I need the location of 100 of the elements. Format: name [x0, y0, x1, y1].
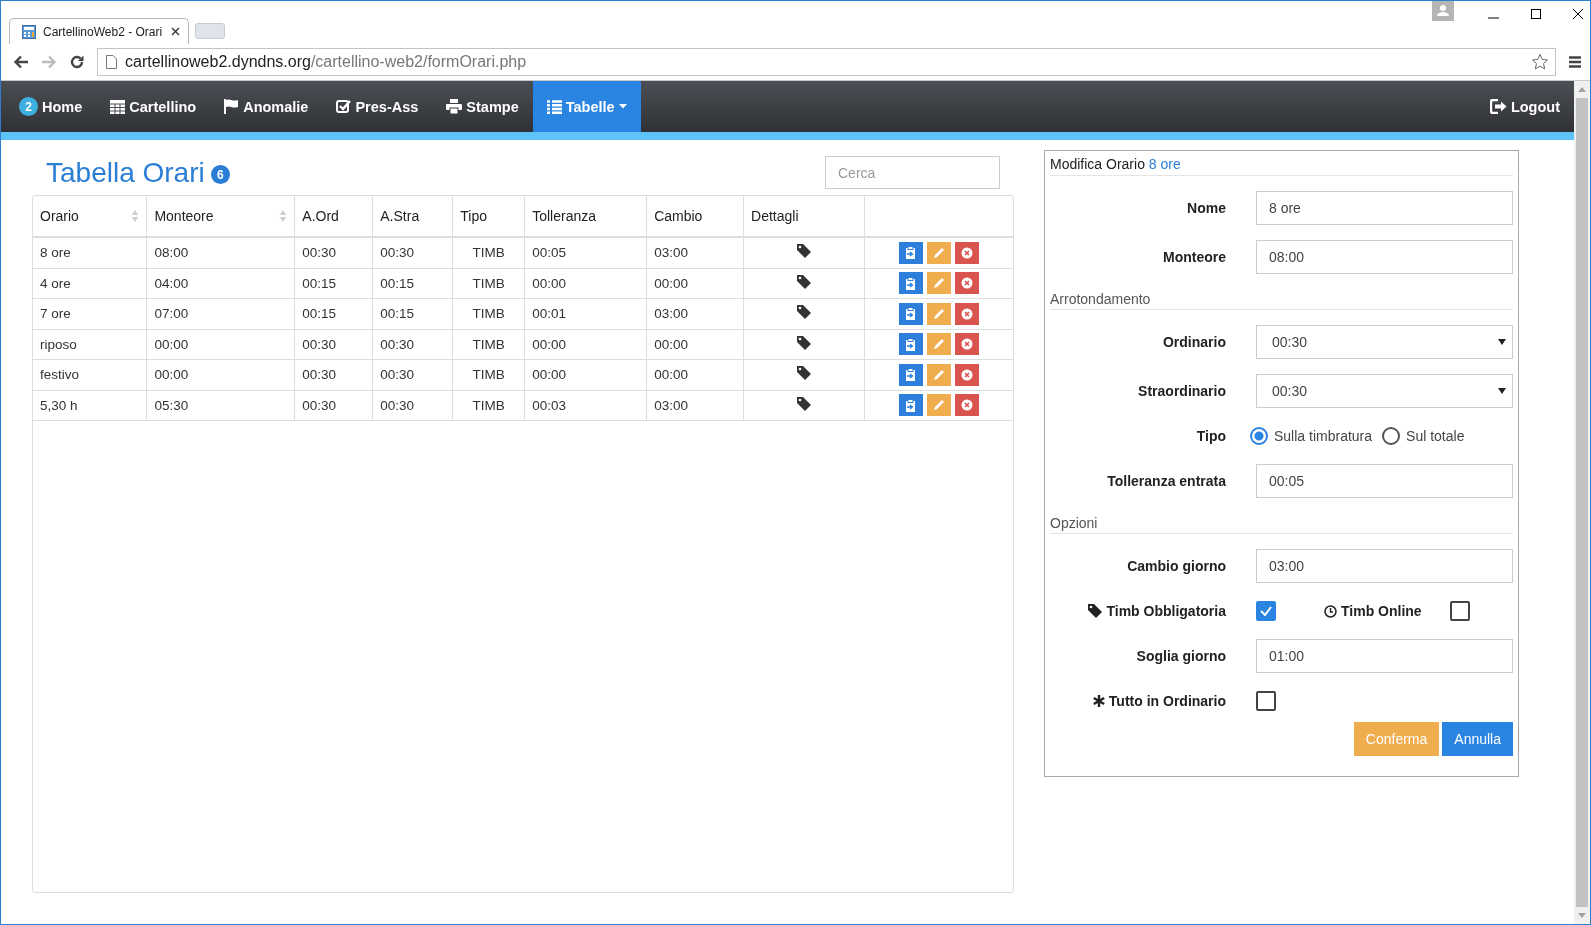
nav-item[interactable]: Stampe [432, 81, 533, 132]
close-icon[interactable] [171, 27, 180, 36]
close-circle-icon [961, 338, 973, 351]
table-cell: 00:15 [294, 268, 373, 299]
address-bar[interactable]: cartellinoweb2.dyndns.org/cartellino-web2/formOrari.php [97, 48, 1556, 76]
input-field[interactable]: 03:00 [1256, 549, 1513, 583]
clipboard-icon [905, 307, 917, 321]
clipboard-icon [905, 368, 917, 382]
table-cell: 00:30 [294, 390, 373, 421]
reload-icon[interactable] [69, 54, 85, 70]
nav-item[interactable]: Cartellino [96, 81, 211, 132]
column-header[interactable]: Orario [33, 196, 147, 237]
asterisk-icon [1092, 695, 1105, 707]
tag-icon[interactable] [797, 396, 812, 411]
column-header[interactable]: Monteore [146, 196, 295, 237]
column-header[interactable]: Dettagli [743, 196, 865, 237]
column-header[interactable]: Cambio [646, 196, 744, 237]
delete-button[interactable] [955, 302, 979, 325]
scroll-up-icon[interactable] [1578, 87, 1586, 92]
table-cell: 5,30 h [33, 390, 147, 421]
input-field[interactable]: 8 ore [1256, 191, 1513, 225]
radio-option[interactable]: Sul totale [1382, 427, 1465, 445]
field-label: Soglia giorno [1135, 648, 1226, 664]
table-cell: 7 ore [33, 298, 147, 329]
input-field[interactable]: 08:00 [1256, 240, 1513, 274]
browser-tab[interactable]: CartellinoWeb2 - Orari [9, 18, 189, 44]
copy-button[interactable] [899, 241, 923, 264]
table-cell: 03:00 [646, 237, 744, 268]
delete-button[interactable] [955, 363, 979, 386]
logout-icon [1489, 99, 1507, 114]
field-label: Straordinario [1137, 383, 1226, 399]
table-cell: TIMB [452, 359, 525, 390]
table-cell: 00:00 [146, 329, 295, 360]
close-icon[interactable] [1572, 8, 1584, 20]
field-label: Nome [1186, 200, 1226, 216]
field-label: Cambio giorno [1126, 558, 1226, 574]
flag-icon [224, 99, 240, 114]
close-circle-icon [961, 399, 973, 412]
column-header[interactable]: Tipo [452, 196, 525, 237]
star-icon[interactable] [1531, 53, 1549, 71]
tag-icon [1088, 604, 1103, 618]
radio-option[interactable]: Sulla timbratura [1250, 427, 1373, 445]
select-field[interactable]: 00:30 [1256, 374, 1513, 408]
printer-icon [446, 99, 463, 114]
pencil-icon [933, 307, 945, 320]
search-field[interactable]: Cerca [825, 156, 1000, 189]
input-field[interactable]: 00:05 [1256, 464, 1513, 498]
table-cell: 00:00 [646, 329, 744, 360]
checkbox[interactable] [1256, 601, 1276, 621]
checkmark-icon [1259, 605, 1273, 617]
scrollbar-thumb[interactable] [1576, 98, 1588, 907]
cancel-button[interactable]: Annulla [1442, 722, 1513, 756]
table-cell: festivo [33, 359, 147, 390]
column-header[interactable]: Tolleranza [524, 196, 647, 237]
tag-icon[interactable] [797, 305, 812, 320]
tag-icon[interactable] [797, 366, 812, 381]
table-cell: 00:01 [524, 298, 647, 329]
nav-item[interactable]: Pres-Ass [322, 81, 433, 132]
select-field[interactable]: 00:30 [1256, 325, 1513, 359]
scroll-down-icon[interactable] [1578, 913, 1586, 918]
pencil-icon [933, 277, 945, 290]
back-arrow-icon[interactable] [13, 55, 29, 69]
page-icon [106, 55, 117, 69]
field-label: Tipo [1195, 428, 1226, 444]
table-cell: 00:30 [372, 390, 453, 421]
table-cell: 07:00 [146, 298, 295, 329]
table-cell: 00:00 [524, 329, 647, 360]
tag-icon[interactable] [797, 274, 812, 289]
checkbox[interactable] [1449, 601, 1470, 621]
copy-button[interactable] [899, 333, 923, 356]
delete-button[interactable] [955, 272, 979, 295]
pencil-icon [933, 246, 945, 259]
checkbox[interactable] [1256, 691, 1276, 711]
close-circle-icon [961, 368, 973, 381]
nav-item[interactable]: Anomalie [210, 81, 323, 132]
delete-button[interactable] [955, 241, 979, 264]
copy-button[interactable] [899, 302, 923, 325]
menu-icon[interactable] [1568, 55, 1582, 69]
copy-button[interactable] [899, 272, 923, 295]
column-header[interactable]: A.Ord [294, 196, 373, 237]
input-field[interactable]: 01:00 [1256, 639, 1513, 673]
clipboard-icon [905, 246, 917, 260]
user-icon[interactable] [1432, 1, 1454, 21]
scrollbar[interactable] [1574, 81, 1590, 924]
logout-link[interactable]: Logout [1475, 81, 1574, 132]
column-header[interactable]: A.Stra [372, 196, 453, 237]
tag-icon[interactable] [797, 244, 812, 259]
close-circle-icon [961, 277, 973, 290]
nav-item[interactable]: Tabelle [532, 81, 641, 132]
delete-button[interactable] [955, 394, 979, 417]
copy-button[interactable] [899, 363, 923, 386]
table-cell: TIMB [452, 268, 525, 299]
copy-button[interactable] [899, 394, 923, 417]
pencil-icon [933, 368, 945, 381]
table-cell: 08:00 [146, 237, 295, 268]
nav-item[interactable]: 2 Home [5, 81, 97, 132]
tag-icon[interactable] [797, 335, 812, 350]
table-cell: 00:00 [646, 268, 744, 299]
delete-button[interactable] [955, 333, 979, 356]
maximize-icon[interactable] [1530, 8, 1542, 20]
